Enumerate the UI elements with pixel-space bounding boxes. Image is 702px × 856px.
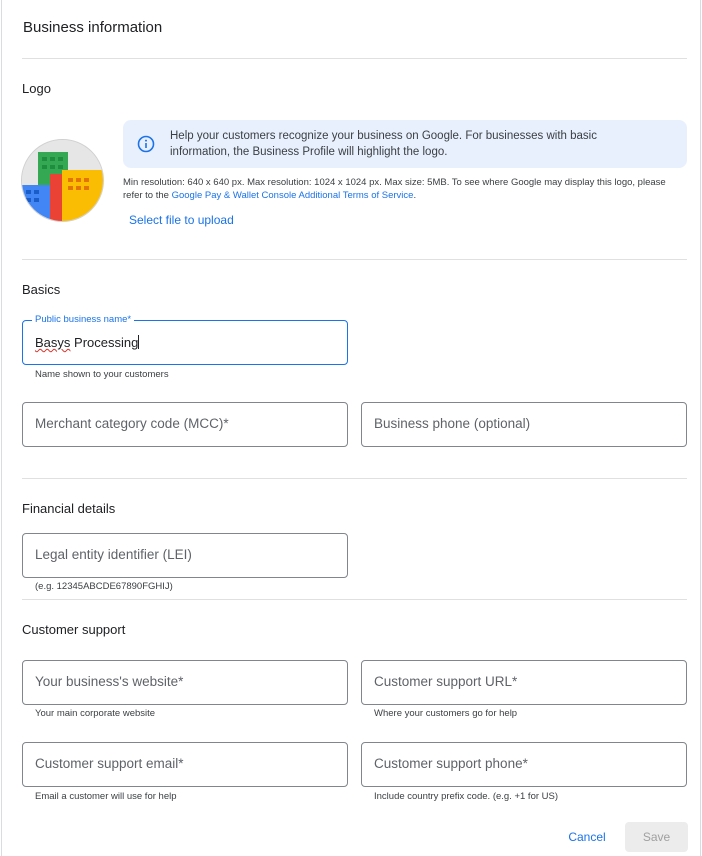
support-section-title: Customer support — [22, 622, 126, 637]
support-phone-placeholder: Customer support phone* — [374, 756, 528, 771]
website-field[interactable]: Your business's website* — [22, 660, 348, 705]
mcc-field[interactable]: Merchant category code (MCC)* — [22, 402, 348, 447]
cancel-button[interactable]: Cancel — [558, 826, 616, 848]
logo-requirements: Min resolution: 640 x 640 px. Max resolu… — [123, 176, 683, 202]
lei-placeholder: Legal entity identifier (LEI) — [35, 547, 192, 562]
page-title: Business information — [23, 19, 163, 36]
business-info-panel: Business information Logo Help your cust… — [1, 0, 701, 856]
save-button[interactable]: Save — [625, 822, 688, 852]
support-email-helper: Email a customer will use for help — [35, 791, 177, 802]
select-file-upload-link[interactable]: Select file to upload — [129, 213, 234, 227]
divider — [22, 599, 687, 600]
business-name-helper: Name shown to your customers — [35, 369, 169, 380]
info-icon — [137, 135, 155, 153]
logo-info-text: Help your customers recognize your busin… — [170, 130, 597, 158]
business-name-value-rest: Processing — [70, 335, 139, 350]
support-email-field[interactable]: Customer support email* — [22, 742, 348, 787]
terms-link[interactable]: Google Pay & Wallet Console Additional T… — [172, 190, 414, 201]
lei-field[interactable]: Legal entity identifier (LEI) — [22, 533, 348, 578]
text-caret — [138, 335, 140, 349]
business-phone-field[interactable]: Business phone (optional) — [361, 402, 687, 447]
website-placeholder: Your business's website* — [35, 674, 184, 689]
divider — [22, 58, 687, 59]
support-url-field[interactable]: Customer support URL* — [361, 660, 687, 705]
business-name-value: Basys Processing — [35, 335, 140, 350]
logo-info-box: Help your customers recognize your busin… — [123, 120, 687, 168]
basics-section-title: Basics — [22, 282, 61, 297]
business-phone-placeholder: Business phone (optional) — [374, 416, 531, 431]
building-logo-icon — [21, 139, 104, 222]
divider — [22, 259, 687, 260]
business-name-label: Public business name* — [32, 314, 135, 325]
website-helper: Your main corporate website — [35, 708, 156, 719]
logo-requirements-suffix: . — [413, 190, 417, 201]
lei-helper: (e.g. 12345ABCDE67890FGHIJ) — [35, 581, 173, 592]
support-email-placeholder: Customer support email* — [35, 756, 184, 771]
business-name-value-first: Basys — [35, 335, 71, 350]
business-name-field[interactable]: Public business name* Basys Processing — [22, 314, 348, 365]
support-url-helper: Where your customers go for help — [374, 708, 518, 719]
financial-section-title: Financial details — [22, 501, 116, 516]
logo-section-title: Logo — [22, 81, 51, 96]
divider — [22, 478, 687, 479]
support-url-placeholder: Customer support URL* — [374, 674, 518, 689]
mcc-placeholder: Merchant category code (MCC)* — [35, 416, 229, 431]
support-phone-field[interactable]: Customer support phone* — [361, 742, 687, 787]
support-phone-helper: Include country prefix code. (e.g. +1 fo… — [374, 791, 559, 802]
